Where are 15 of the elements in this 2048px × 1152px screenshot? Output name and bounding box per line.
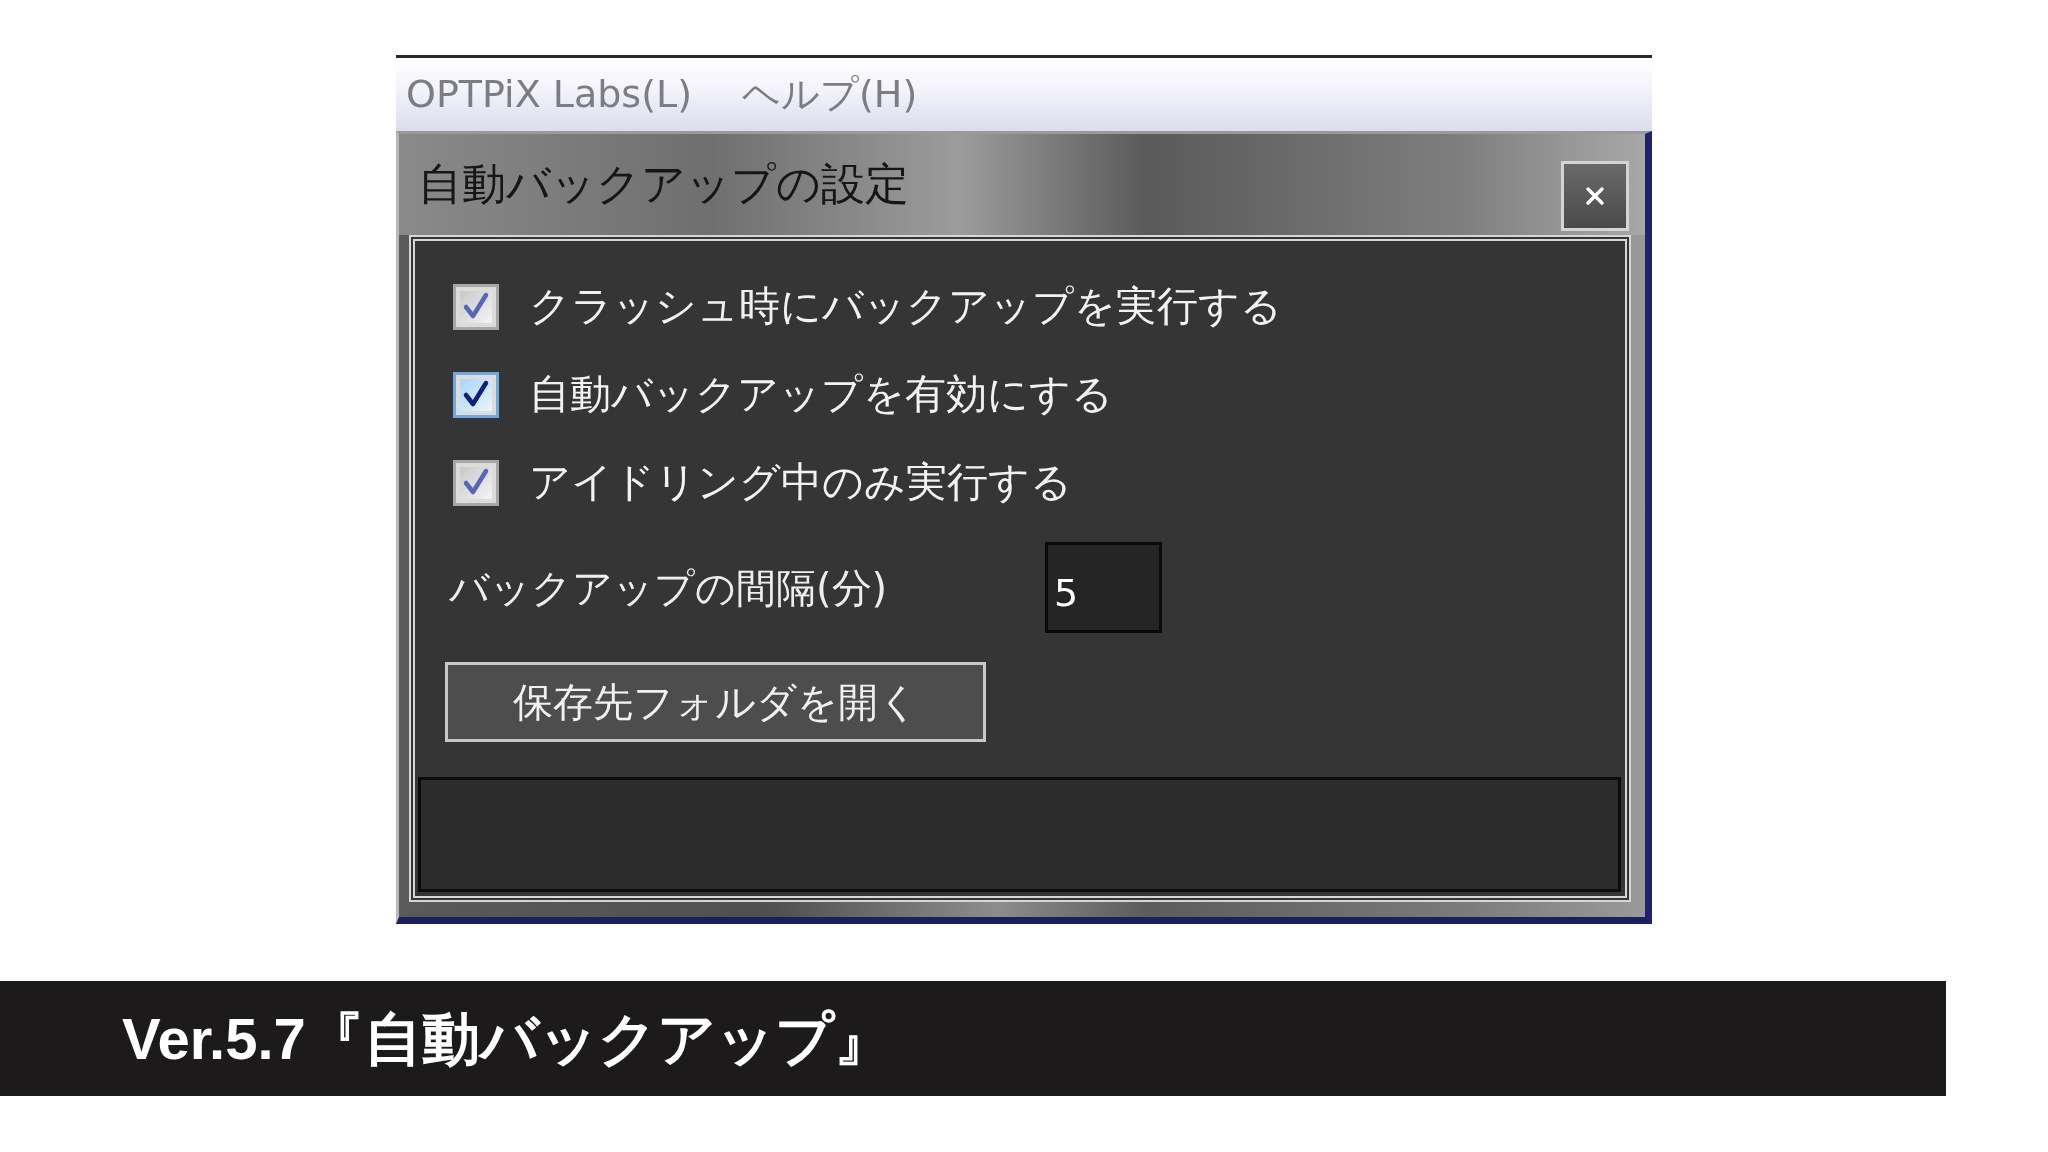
- menu-item[interactable]: ヘルプ(H): [742, 71, 918, 118]
- checkbox[interactable]: [453, 460, 499, 506]
- interval-label: バックアップの間隔(分): [449, 563, 889, 612]
- dialog-title: 自動バックアップの設定: [418, 158, 909, 211]
- checkbox[interactable]: [453, 372, 499, 418]
- close-icon: [1585, 185, 1605, 206]
- checkbox-label: 自動バックアップを有効にする: [529, 370, 1113, 420]
- caption-title: Ver.5.7『自動バックアップ』: [122, 1004, 892, 1073]
- checkbox-label: アイドリング中のみ実行する: [529, 458, 1072, 508]
- open-folder-button[interactable]: 保存先フォルダを開く: [445, 662, 986, 742]
- interval-field[interactable]: 5: [1045, 542, 1162, 633]
- close-button[interactable]: [1561, 160, 1629, 231]
- checkbox-label: クラッシュ時にバックアップを実行する: [529, 282, 1282, 332]
- checkbox[interactable]: [453, 284, 499, 330]
- menu-item[interactable]: OPTPiX Labs(L): [406, 71, 692, 118]
